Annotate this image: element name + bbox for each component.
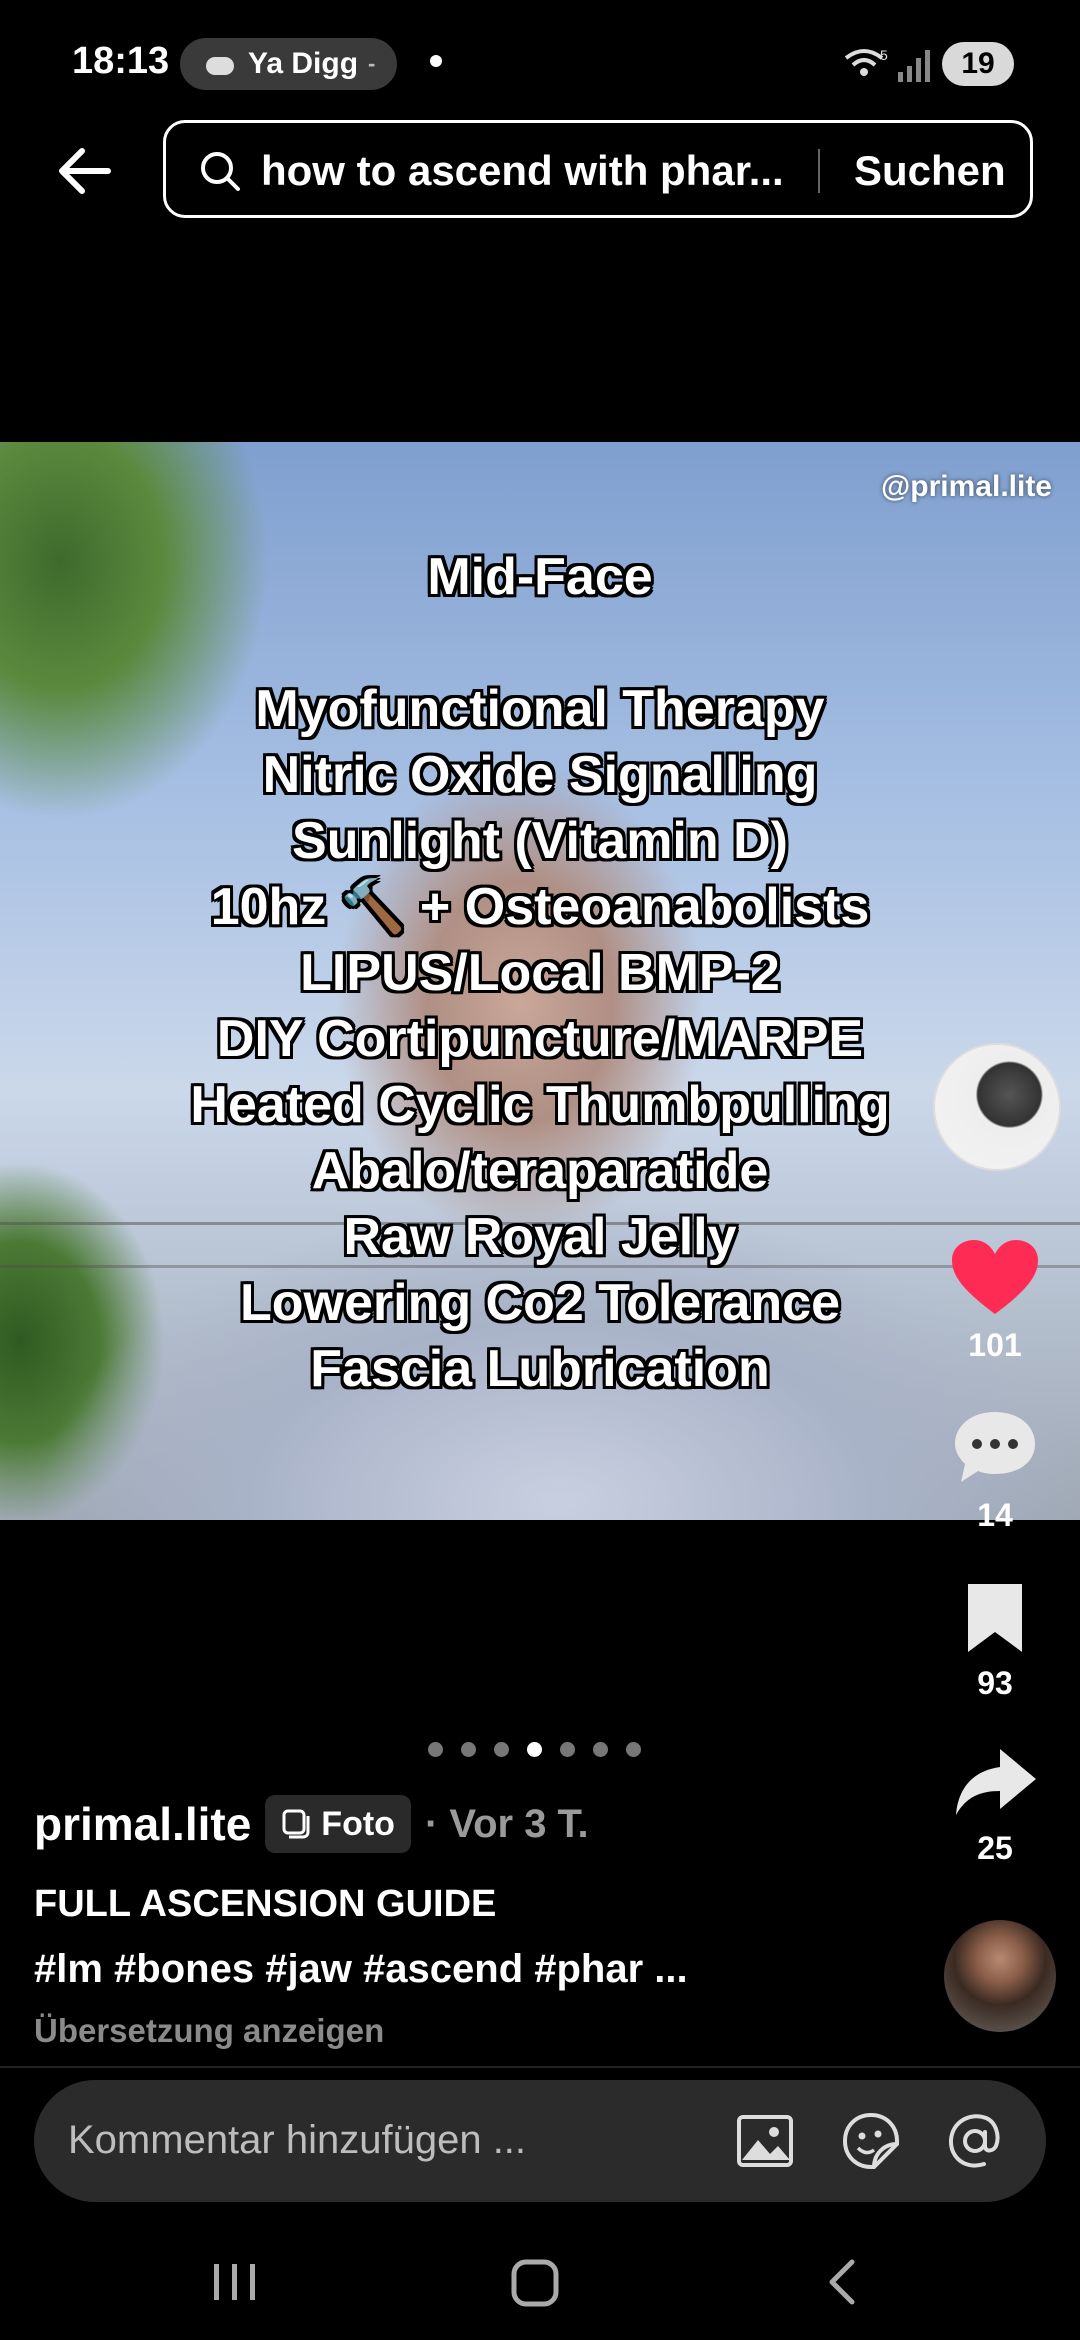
divider: [0, 2066, 1080, 2068]
post-age: · Vor 3 T.: [424, 1801, 589, 1846]
overlay-line: 10hz 🔨 + Osteoanabolists: [210, 878, 870, 936]
overlay-heading: Mid-Face: [427, 548, 653, 606]
author-avatar[interactable]: [944, 1920, 1056, 2032]
post-hashtags[interactable]: #lm #bones #jaw #ascend #phar ...: [34, 1947, 688, 1992]
sticker-icon[interactable]: [840, 2110, 902, 2172]
post-title: FULL ASCENSION GUIDE: [34, 1883, 497, 1925]
overlay-line: Heated Cyclic Thumbpulling: [190, 1076, 890, 1134]
comment-icon: [955, 1412, 1035, 1482]
search-button[interactable]: Suchen: [854, 147, 1006, 195]
mention-icon[interactable]: [944, 2110, 1006, 2172]
back-icon[interactable]: [806, 2252, 876, 2312]
photo-slide[interactable]: @primal.lite Mid-Face Myofunctional Ther…: [0, 442, 1080, 1520]
status-time: 18:13: [72, 40, 170, 82]
pager-dot: [428, 1742, 443, 1757]
back-arrow-icon[interactable]: [50, 135, 122, 207]
search-input[interactable]: how to ascend with phar...: [261, 147, 784, 195]
like-count: 101: [968, 1327, 1022, 1363]
photo-badge-label: Foto: [321, 1804, 395, 1843]
save-count: 93: [977, 1665, 1013, 1701]
watermark: @primal.lite: [881, 470, 1052, 503]
system-nav-bar: [0, 2220, 1080, 2340]
pager-dot-active: [527, 1742, 542, 1757]
overlay-line: Fascia Lubrication: [310, 1340, 770, 1398]
overlay-line: Sunlight (Vitamin D): [292, 812, 788, 870]
comment-count: 14: [977, 1497, 1013, 1533]
heart-icon: [952, 1240, 1038, 1314]
photo-pager: [428, 1742, 641, 1757]
network-badge: 5: [880, 47, 888, 63]
overlay-line: DIY Cortipuncture/MARPE: [216, 1010, 864, 1068]
share-button[interactable]: 25: [935, 1745, 1055, 1867]
photo-stack-icon: [282, 1809, 310, 1839]
overlay-line: Raw Royal Jelly: [343, 1208, 737, 1266]
overlay-line: Myofunctional Therapy: [255, 680, 825, 738]
notification-dot: [430, 55, 442, 67]
like-button[interactable]: 101: [935, 1238, 1055, 1364]
home-icon[interactable]: [500, 2252, 570, 2312]
search-icon: [201, 152, 240, 191]
media-app-label: Ya Digg: [248, 47, 359, 80]
overlay-line: Lowering Co2 Tolerance: [239, 1274, 841, 1332]
pager-dot: [626, 1742, 641, 1757]
pager-dot: [593, 1742, 608, 1757]
status-bar: 18:13 Ya Digg - 5 19: [0, 0, 1080, 120]
comment-input[interactable]: Kommentar hinzufügen ...: [68, 2118, 526, 2163]
share-arrow-icon: [956, 1749, 1036, 1815]
comment-button[interactable]: 14: [935, 1408, 1055, 1534]
overlay-line: LIPUS/Local BMP-2: [300, 944, 780, 1002]
media-dash: -: [368, 51, 376, 76]
translate-link[interactable]: Übersetzung anzeigen: [34, 2012, 384, 2050]
image-icon[interactable]: [734, 2110, 796, 2172]
search-divider: [818, 149, 820, 193]
overlay-line: Nitric Oxide Signalling: [262, 746, 818, 804]
sound-avatar[interactable]: [933, 1043, 1061, 1171]
search-bar[interactable]: how to ascend with phar... Suchen: [163, 120, 1033, 218]
recent-apps-icon[interactable]: [200, 2252, 270, 2312]
save-button[interactable]: 93: [935, 1580, 1055, 1702]
overlay-line: Abalo/teraparatide: [311, 1142, 769, 1200]
pager-dot: [494, 1742, 509, 1757]
cloud-icon: [200, 53, 238, 75]
photo-badge: Foto: [265, 1795, 411, 1853]
author-row: primal.lite Foto · Vor 3 T.: [34, 1795, 589, 1853]
bookmark-icon: [968, 1584, 1022, 1652]
overlay-text: Mid-Face Myofunctional Therapy Nitric Ox…: [0, 544, 1080, 1402]
media-pill[interactable]: Ya Digg -: [180, 38, 398, 90]
wifi-signal-icon: 5: [844, 47, 930, 82]
battery-indicator: 19: [942, 42, 1014, 86]
comment-input-bar[interactable]: Kommentar hinzufügen ...: [34, 2080, 1046, 2202]
share-count: 25: [977, 1830, 1013, 1866]
pager-dot: [461, 1742, 476, 1757]
author-name[interactable]: primal.lite: [34, 1797, 251, 1851]
pager-dot: [560, 1742, 575, 1757]
